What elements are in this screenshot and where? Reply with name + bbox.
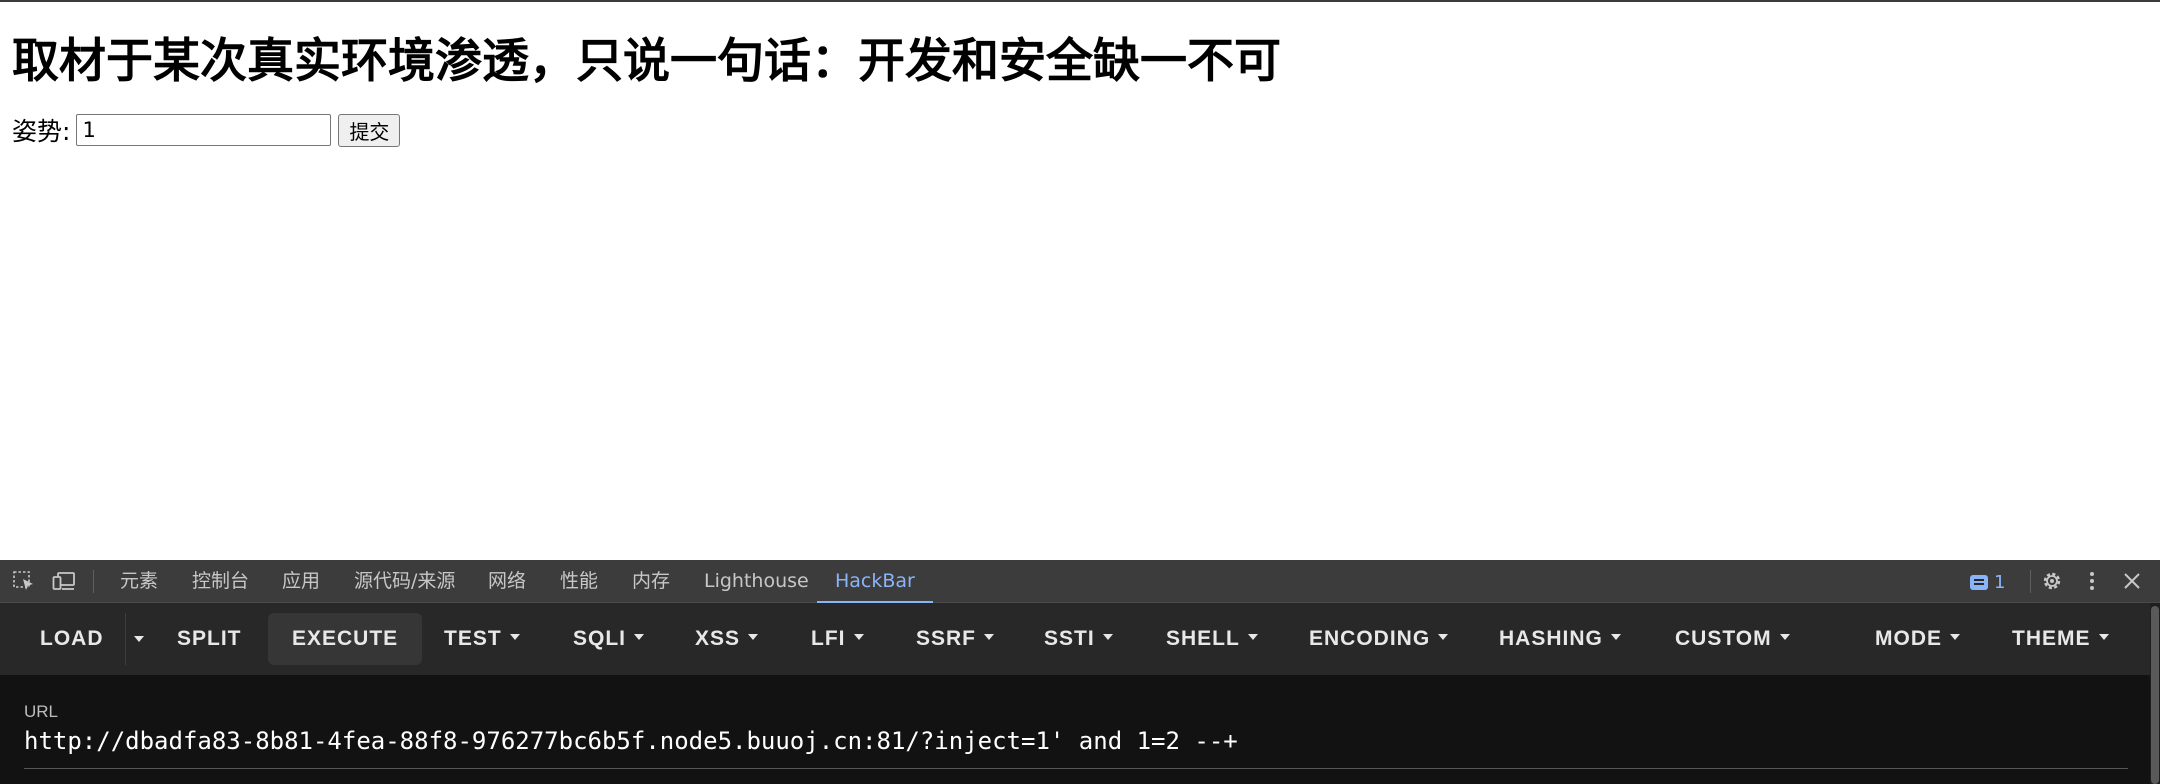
issues-badge[interactable]: 1: [1970, 571, 2005, 593]
tab-sources[interactable]: 源代码/来源: [354, 560, 455, 603]
chevron-down-icon: [1950, 634, 1960, 641]
inject-form: 姿势: 提交: [12, 112, 401, 148]
sqli-menu-label: SQLI: [573, 627, 627, 650]
chevron-down-icon: [1102, 634, 1113, 641]
hashing-menu-label: HASHING: [1499, 627, 1603, 650]
submit-button[interactable]: 提交: [338, 113, 401, 147]
page-title: 取材于某次真实环境渗透，只说一句话：开发和安全缺一不可: [12, 34, 1281, 89]
issues-chat-icon: [1970, 574, 1988, 590]
custom-menu-label: CUSTOM: [1675, 627, 1772, 650]
lfi-menu[interactable]: LFI: [811, 613, 864, 665]
mode-menu-label: MODE: [1875, 627, 1942, 650]
toolbar-divider: [93, 570, 94, 593]
xss-menu[interactable]: XSS: [695, 613, 759, 665]
inject-input[interactable]: [76, 114, 332, 146]
encoding-menu-label: ENCODING: [1309, 627, 1431, 650]
url-label: URL: [24, 702, 59, 721]
chevron-down-icon: [853, 634, 864, 641]
url-input[interactable]: http://dbadfa83-8b81-4fea-88f8-976277bc6…: [24, 727, 1238, 755]
load-button[interactable]: LOAD: [40, 613, 104, 665]
tab-lighthouse[interactable]: Lighthouse: [704, 560, 809, 603]
scrollbar-thumb[interactable]: [2151, 606, 2159, 784]
devtools-tab-bar: 元素 控制台 应用 源代码/来源 网络 性能 内存 Lighthouse Hac…: [0, 560, 2160, 603]
encoding-menu[interactable]: ENCODING: [1309, 613, 1449, 665]
inspect-element-icon[interactable]: [12, 570, 36, 592]
split-button[interactable]: SPLIT: [177, 613, 242, 665]
close-icon[interactable]: [2120, 570, 2144, 592]
test-menu[interactable]: TEST: [444, 613, 520, 665]
tab-performance[interactable]: 性能: [560, 560, 598, 603]
tab-network[interactable]: 网络: [488, 560, 526, 603]
page-content: 取材于某次真实环境渗透，只说一句话：开发和安全缺一不可 姿势: 提交: [0, 2, 2160, 560]
chevron-down-icon: [984, 634, 995, 641]
hackbar-toolbar: LOAD SPLIT EXECUTE TEST SQLI XSS LFI SSR…: [0, 603, 2160, 675]
ssrf-menu[interactable]: SSRF: [916, 613, 995, 665]
devtools-panel: 元素 控制台 应用 源代码/来源 网络 性能 内存 Lighthouse Hac…: [0, 560, 2160, 784]
chevron-down-icon: [634, 634, 645, 641]
custom-menu[interactable]: CUSTOM: [1675, 613, 1790, 665]
chevron-down-icon: [2098, 634, 2109, 641]
inject-label: 姿势:: [12, 117, 71, 146]
device-toolbar-icon[interactable]: [52, 570, 76, 592]
chevron-down-icon: [748, 634, 759, 641]
hashing-menu[interactable]: HASHING: [1499, 613, 1621, 665]
tab-application[interactable]: 应用: [282, 560, 320, 603]
url-underline: [24, 768, 2128, 769]
test-menu-label: TEST: [444, 627, 502, 650]
tab-memory[interactable]: 内存: [632, 560, 670, 603]
sqli-menu[interactable]: SQLI: [573, 613, 645, 665]
execute-button[interactable]: EXECUTE: [268, 613, 423, 665]
ssrf-menu-label: SSRF: [916, 627, 977, 650]
load-dropdown-toggle[interactable]: [125, 613, 151, 665]
shell-menu[interactable]: SHELL: [1166, 613, 1258, 665]
theme-menu-label: THEME: [2012, 627, 2091, 650]
issues-count: 1: [1994, 571, 2006, 593]
lfi-menu-label: LFI: [811, 627, 846, 650]
mode-menu[interactable]: MODE: [1875, 613, 1960, 665]
theme-menu[interactable]: THEME: [2012, 613, 2109, 665]
url-field-area: URL http://dbadfa83-8b81-4fea-88f8-97627…: [0, 675, 2160, 784]
shell-menu-label: SHELL: [1166, 627, 1240, 650]
chevron-down-icon: [509, 634, 520, 641]
chevron-down-icon: [1247, 634, 1258, 641]
ssti-menu-label: SSTI: [1044, 627, 1095, 650]
gear-icon[interactable]: [2040, 570, 2064, 592]
chevron-down-icon: [1438, 634, 1449, 641]
more-vertical-icon[interactable]: [2080, 570, 2104, 592]
tab-elements[interactable]: 元素: [120, 560, 158, 603]
chevron-down-icon: [1779, 634, 1790, 641]
ssti-menu[interactable]: SSTI: [1044, 613, 1113, 665]
xss-menu-label: XSS: [695, 627, 741, 650]
tab-console[interactable]: 控制台: [192, 560, 249, 603]
toolbar-divider-right: [2030, 570, 2031, 593]
chevron-down-icon: [1610, 634, 1621, 641]
tab-hackbar[interactable]: HackBar: [817, 560, 933, 603]
